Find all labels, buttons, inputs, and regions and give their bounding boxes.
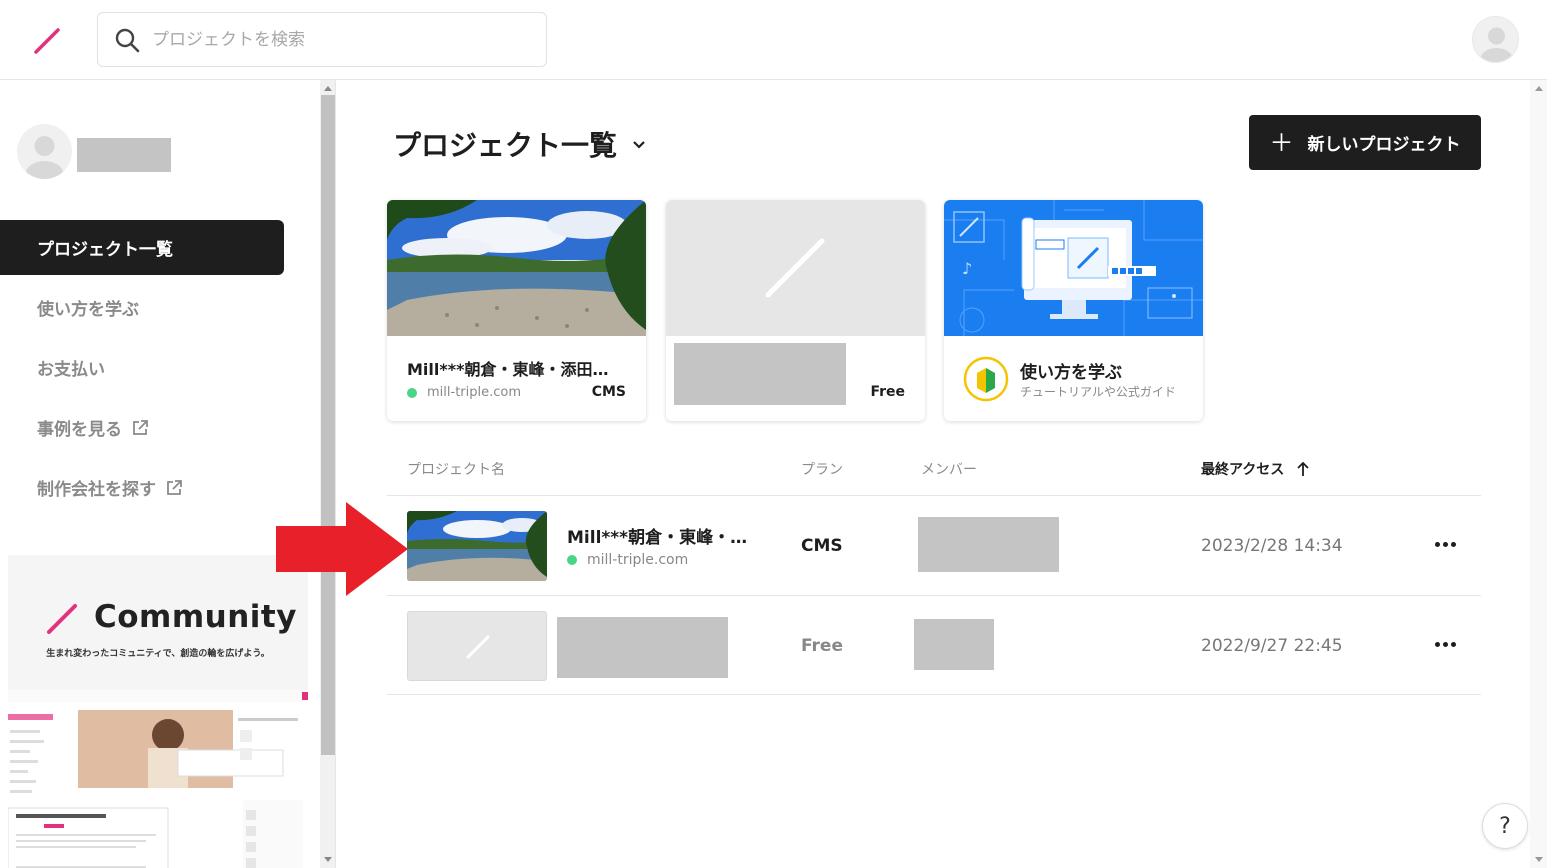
scroll-up-arrow-icon[interactable] bbox=[1535, 86, 1543, 91]
sidebar-item-label: 事例を見る bbox=[37, 420, 122, 440]
last-access-date: 2023/2/28 14:34 bbox=[1201, 536, 1343, 556]
sidebar-item-projects[interactable]: プロジェクト一覧 bbox=[0, 220, 284, 275]
redacted-members bbox=[914, 619, 994, 670]
studio-logo-icon bbox=[47, 604, 77, 634]
chevron-down-icon bbox=[633, 141, 645, 149]
external-link-icon bbox=[133, 419, 148, 435]
plus-icon: ＋ bbox=[1269, 128, 1294, 157]
project-name[interactable]: Mill***朝倉・東峰・… bbox=[567, 523, 757, 548]
more-options-icon[interactable] bbox=[1427, 632, 1463, 656]
redacted-username bbox=[77, 138, 171, 172]
scroll-up-arrow-icon[interactable] bbox=[324, 86, 332, 91]
search-box[interactable] bbox=[97, 12, 547, 67]
project-name: Mill***朝倉・東峰・添田… bbox=[407, 360, 609, 379]
user-icon bbox=[1480, 27, 1513, 62]
redacted-project-name bbox=[557, 617, 728, 678]
main-scrollbar[interactable] bbox=[1530, 80, 1547, 868]
plan-badge: Free bbox=[870, 384, 905, 400]
beginner-mark-icon bbox=[963, 356, 1009, 402]
project-card[interactable]: Free bbox=[666, 200, 925, 421]
column-header-label: 最終アクセス bbox=[1201, 462, 1285, 478]
sidebar-item-label: 使い方を学ぶ bbox=[37, 300, 139, 320]
scroll-down-arrow-icon[interactable] bbox=[1535, 857, 1543, 862]
search-icon bbox=[115, 28, 140, 52]
table-row[interactable]: Mill***朝倉・東峰・… mill-triple.com CMS 2023/… bbox=[387, 495, 1481, 595]
placeholder-logo-icon bbox=[466, 635, 490, 659]
last-access-date: 2022/9/27 22:45 bbox=[1201, 636, 1343, 656]
column-header-plan[interactable]: プラン bbox=[801, 459, 843, 479]
sidebar-nav: プロジェクト一覧 使い方を学ぶ お支払い 事例を見る 制作会社を探す bbox=[0, 220, 284, 520]
table-row[interactable]: Free 2022/9/27 22:45 bbox=[387, 595, 1481, 695]
community-screenshot bbox=[8, 690, 308, 868]
annotation-arrow-icon bbox=[276, 502, 408, 596]
new-project-button[interactable]: ＋ 新しいプロジェクト bbox=[1249, 115, 1481, 170]
project-domain[interactable]: mill-triple.com bbox=[567, 552, 688, 568]
learn-subtitle: チュートリアルや公式ガイド bbox=[1020, 385, 1176, 399]
help-button[interactable]: ? bbox=[1482, 803, 1528, 849]
studio-logo-icon[interactable] bbox=[30, 24, 64, 58]
svg-text:♪: ♪ bbox=[962, 259, 972, 278]
community-header: Community 生まれ変わったコミュニティで、創造の輪を広げよう。 bbox=[8, 555, 308, 690]
community-banner[interactable]: Community 生まれ変わったコミュニティで、創造の輪を広げよう。 bbox=[8, 555, 308, 868]
row-thumbnail bbox=[407, 511, 547, 581]
river-landscape-image bbox=[407, 511, 547, 581]
sidebar-item-label: 制作会社を探す bbox=[37, 480, 156, 500]
column-header-members[interactable]: メンバー bbox=[921, 459, 977, 479]
row-thumbnail bbox=[407, 611, 547, 681]
sidebar-scrollbar[interactable] bbox=[320, 80, 336, 868]
learn-title: 使い方を学ぶ bbox=[1020, 363, 1122, 383]
more-options-icon[interactable] bbox=[1427, 532, 1463, 556]
plan-badge: CMS bbox=[591, 384, 626, 400]
page-title[interactable]: プロジェクト一覧 bbox=[393, 124, 647, 164]
page-title-text: プロジェクト一覧 bbox=[393, 129, 618, 162]
community-preview-image bbox=[8, 690, 308, 868]
user-icon bbox=[25, 136, 64, 179]
project-card[interactable]: Mill***朝倉・東峰・添田… mill-triple.com CMS bbox=[387, 200, 646, 421]
main-content: プロジェクト一覧 ＋ 新しいプロジェクト Mill***朝倉・東峰・添田… mi… bbox=[337, 80, 1530, 868]
sidebar-item-agencies[interactable]: 制作会社を探す bbox=[0, 460, 284, 515]
sidebar-item-showcase[interactable]: 事例を見る bbox=[0, 400, 284, 455]
column-header-last-access[interactable]: 最終アクセス bbox=[1201, 459, 1310, 479]
placeholder-logo-icon bbox=[765, 238, 825, 298]
sidebar-item-label: プロジェクト一覧 bbox=[37, 240, 173, 260]
learn-card[interactable]: ♪ 使い方を学ぶ チュートリアルや公式ガイド bbox=[944, 200, 1203, 421]
plan-cell: CMS bbox=[801, 536, 843, 556]
sort-arrow-up-icon bbox=[1297, 461, 1309, 476]
community-title: Community bbox=[94, 599, 297, 635]
sidebar-item-label: お支払い bbox=[37, 360, 105, 380]
new-project-label: 新しいプロジェクト bbox=[1307, 135, 1461, 155]
project-thumbnail bbox=[666, 200, 925, 336]
search-input[interactable] bbox=[152, 29, 512, 50]
status-dot-icon bbox=[567, 555, 577, 565]
scrollbar-thumb[interactable] bbox=[321, 95, 335, 755]
redacted-members bbox=[918, 517, 1059, 572]
sidebar-item-learn[interactable]: 使い方を学ぶ bbox=[0, 280, 284, 335]
project-thumbnail bbox=[387, 200, 646, 336]
sidebar: プロジェクト一覧 使い方を学ぶ お支払い 事例を見る 制作会社を探す Commu… bbox=[0, 80, 320, 868]
community-subtitle: 生まれ変わったコミュニティで、創造の輪を広げよう。 bbox=[46, 649, 270, 659]
learn-illustration-image: ♪ bbox=[944, 200, 1203, 336]
project-domain[interactable]: mill-triple.com bbox=[407, 385, 521, 400]
top-bar bbox=[0, 0, 1547, 80]
scroll-down-arrow-icon[interactable] bbox=[324, 857, 332, 862]
sidebar-item-billing[interactable]: お支払い bbox=[0, 340, 284, 395]
column-header-name[interactable]: プロジェクト名 bbox=[407, 459, 505, 479]
river-landscape-image bbox=[387, 200, 646, 336]
learn-thumbnail: ♪ bbox=[944, 200, 1203, 336]
user-avatar[interactable] bbox=[1472, 16, 1519, 63]
project-domain-text: mill-triple.com bbox=[427, 385, 522, 400]
sidebar-avatar[interactable] bbox=[17, 124, 72, 179]
external-link-icon bbox=[167, 479, 182, 495]
redacted-project-name bbox=[674, 343, 846, 405]
status-dot-icon bbox=[407, 387, 417, 398]
project-domain-text: mill-triple.com bbox=[587, 552, 689, 568]
plan-cell: Free bbox=[801, 636, 843, 656]
